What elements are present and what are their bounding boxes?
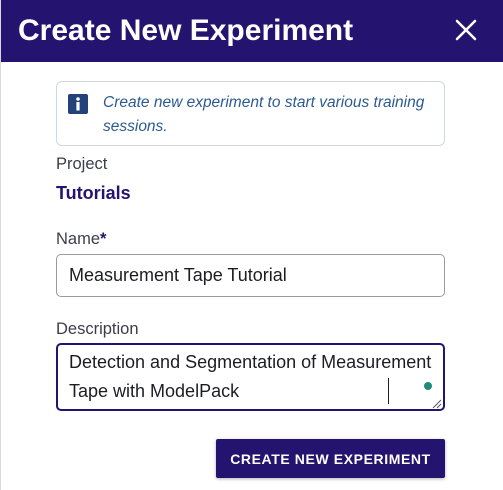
info-banner: Create new experiment to start various t… [56,81,445,146]
name-label-text: Name [56,230,101,248]
required-marker: * [100,230,107,248]
project-label: Project [56,155,108,173]
description-textarea[interactable]: Detection and Segmentation of Measuremen… [56,343,445,411]
info-message: Create new experiment to start various t… [103,94,425,135]
status-dot [424,382,432,390]
create-experiment-button[interactable]: CREATE NEW EXPERIMENT [216,439,445,478]
name-input[interactable] [56,254,445,297]
close-button[interactable] [453,17,479,43]
name-label: Name* [56,229,106,249]
text-cursor [388,378,389,404]
close-icon [455,19,477,41]
resize-handle-icon[interactable] [430,397,442,409]
create-experiment-dialog: Create New Experiment Create new experim… [0,0,503,490]
description-label: Description [56,320,139,338]
info-icon [68,94,88,114]
dialog-header: Create New Experiment [1,0,503,62]
dialog-title: Create New Experiment [18,14,354,47]
project-value: Tutorials [56,183,131,203]
